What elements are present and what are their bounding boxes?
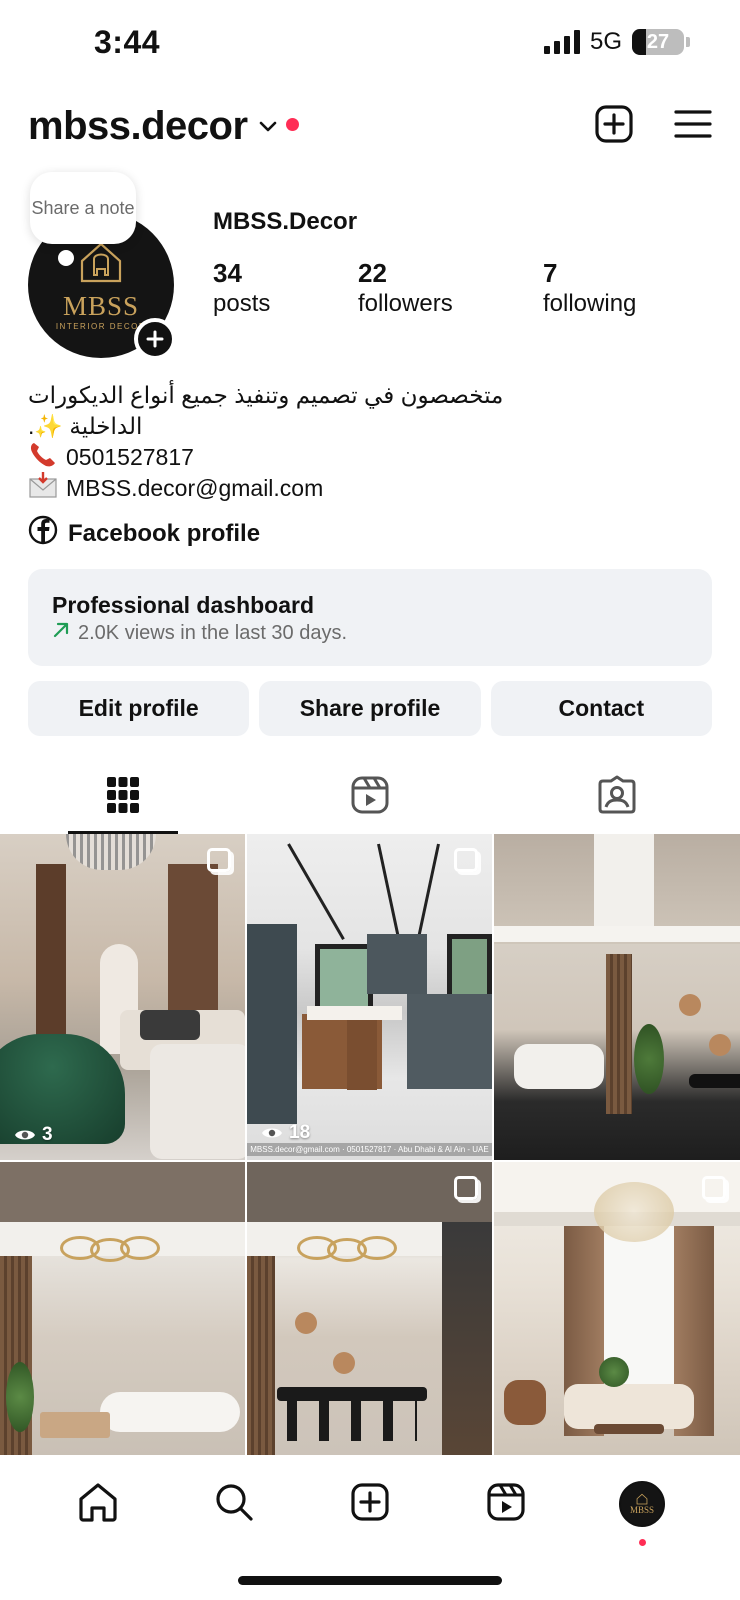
- tab-posts[interactable]: [0, 760, 247, 834]
- house-logo-icon: [636, 1493, 648, 1505]
- contact-button[interactable]: Contact: [490, 681, 712, 736]
- stat-count: 7: [543, 258, 558, 288]
- post-thumbnail[interactable]: [0, 1162, 245, 1455]
- tagged-icon: [597, 775, 637, 820]
- nav-avatar-text: MBSS: [629, 1505, 655, 1515]
- eye-icon: [15, 1130, 35, 1140]
- facebook-link-label: Facebook profile: [68, 519, 261, 547]
- dashboard-subtitle-row: 2.0K views in the last 30 days.: [52, 619, 688, 647]
- edit-profile-button[interactable]: Edit profile: [28, 681, 250, 736]
- reels-icon: [486, 1482, 526, 1527]
- stat-label: posts: [213, 290, 271, 317]
- nav-create[interactable]: [340, 1474, 400, 1534]
- home-indicator: [238, 1576, 502, 1585]
- account-username[interactable]: mbss.decor: [28, 104, 248, 149]
- share-note-bubble[interactable]: Share a note: [30, 172, 136, 244]
- new-post-icon[interactable]: [594, 104, 634, 149]
- signal-icon: [543, 30, 580, 54]
- avatar-subtext: INTERIOR DECOR: [55, 322, 147, 331]
- stat-count: 22: [358, 258, 387, 288]
- battery-level: 27: [646, 30, 670, 53]
- stat-label: followers: [358, 290, 453, 317]
- nav-search[interactable]: [204, 1474, 264, 1534]
- bio-line-2-text: الداخلية ✨.: [28, 413, 143, 439]
- bio-line-2: الداخلية ✨.: [28, 411, 528, 442]
- profile-bio: متخصصون في تصميم وتنفيذ جميع أنواع الديك…: [28, 380, 528, 504]
- view-count: 18: [261, 1122, 310, 1144]
- nav-home[interactable]: [68, 1474, 128, 1534]
- house-logo-icon: [80, 242, 122, 283]
- profile-header: mbss.decor: [28, 96, 712, 156]
- tab-reels[interactable]: [247, 760, 494, 834]
- status-indicators: 5G 27: [543, 28, 690, 56]
- profile-avatar-small: MBSS: [619, 1481, 665, 1527]
- status-bar: 3:44 5G 27: [0, 0, 740, 90]
- profile-actions: Edit profile Share profile Contact: [28, 681, 712, 736]
- grid-icon: [106, 775, 140, 820]
- carousel-icon: [454, 1176, 478, 1200]
- avatar-brand-text: MBSS: [62, 291, 140, 321]
- notification-dot: [285, 117, 299, 131]
- view-count-value: 18: [289, 1122, 311, 1143]
- posts-grid: 3 MBSS.decor@gmail.com · 0501527817 · Ab…: [0, 834, 740, 1456]
- bio-email[interactable]: MBSS.decor@gmail.com: [28, 471, 528, 507]
- post-thumbnail[interactable]: MBSS.decor@gmail.com · 0501527817 · Abu …: [247, 834, 492, 1160]
- status-time: 3:44: [94, 24, 161, 60]
- phone-number: 0501527817: [66, 444, 194, 470]
- nav-profile[interactable]: MBSS: [612, 1474, 672, 1546]
- facebook-icon: [28, 515, 58, 552]
- carousel-icon: [454, 848, 478, 872]
- post-thumbnail[interactable]: [247, 1162, 492, 1455]
- display-name: MBSS.Decor: [213, 208, 358, 235]
- stat-count: 34: [213, 258, 242, 288]
- professional-dashboard[interactable]: Professional dashboard 2.0K views in the…: [28, 569, 712, 666]
- notification-dot: [639, 1539, 646, 1546]
- dashboard-subtitle: 2.0K views in the last 30 days.: [78, 622, 348, 644]
- post-thumbnail[interactable]: [494, 834, 740, 1160]
- facebook-profile-link[interactable]: Facebook profile: [28, 515, 260, 552]
- bio-phone[interactable]: 0501527817: [28, 442, 528, 473]
- email-address: MBSS.decor@gmail.com: [66, 475, 324, 501]
- home-icon: [77, 1482, 119, 1527]
- view-count-value: 3: [42, 1124, 53, 1145]
- add-story-button[interactable]: [134, 318, 176, 360]
- view-count: 3: [14, 1124, 53, 1146]
- chevron-down-icon[interactable]: [258, 120, 278, 139]
- profile-stats: 34 posts 22 followers 7 following: [213, 258, 636, 320]
- network-label: 5G: [589, 28, 622, 55]
- carousel-icon: [702, 1176, 726, 1200]
- trend-up-arrow-icon: [52, 619, 70, 647]
- stat-label: following: [543, 290, 637, 317]
- stat-posts[interactable]: 34 posts: [213, 258, 358, 320]
- battery-icon: 27: [632, 29, 690, 55]
- menu-icon[interactable]: [674, 108, 712, 145]
- profile-tabs: [0, 760, 740, 834]
- dashboard-title: Professional dashboard: [52, 592, 315, 618]
- post-thumbnail[interactable]: [494, 1162, 740, 1455]
- stat-followers[interactable]: 22 followers: [358, 258, 543, 320]
- bio-line-1: متخصصون في تصميم وتنفيذ جميع أنواع الديك…: [28, 382, 504, 408]
- note-bubble-tail: [58, 250, 74, 266]
- post-caption-strip: MBSS.decor@gmail.com · 0501527817 · Abu …: [247, 1143, 492, 1156]
- nav-reels[interactable]: [476, 1474, 536, 1534]
- envelope-icon: [28, 471, 58, 507]
- create-icon: [350, 1482, 390, 1527]
- carousel-icon: [207, 848, 231, 872]
- tab-tagged[interactable]: [493, 760, 740, 834]
- stat-following[interactable]: 7 following: [543, 258, 636, 320]
- search-icon: [214, 1482, 254, 1527]
- eye-icon: [262, 1128, 282, 1138]
- post-thumbnail[interactable]: 3: [0, 834, 245, 1160]
- reels-icon: [350, 775, 390, 820]
- share-profile-button[interactable]: Share profile: [259, 681, 481, 736]
